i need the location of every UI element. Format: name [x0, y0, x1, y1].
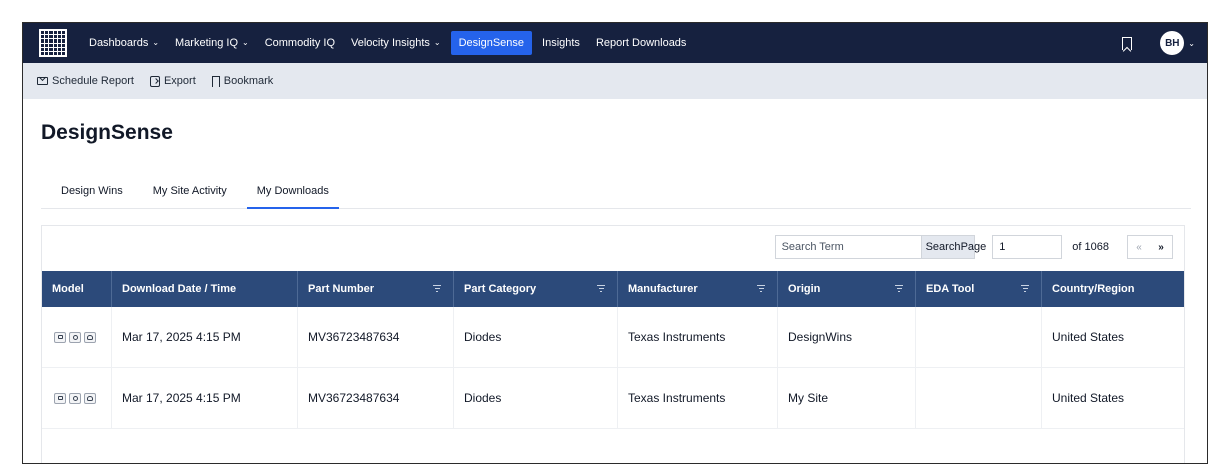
chevron-down-icon: ⌄ — [242, 37, 249, 47]
downloads-table: Model Download Date / Time Part Number P… — [42, 271, 1184, 429]
bookmark-button[interactable]: Bookmark — [211, 75, 274, 87]
filter-icon[interactable] — [1021, 285, 1029, 292]
manufacturer-cell: Texas Instruments — [618, 368, 778, 428]
column-label: Manufacturer — [628, 283, 698, 295]
column-header-origin[interactable]: Origin — [778, 271, 916, 307]
column-header-model[interactable]: Model — [42, 271, 112, 307]
download-date-cell: Mar 17, 2025 4:15 PM — [112, 307, 298, 367]
column-header-country[interactable]: Country/Region — [1042, 271, 1184, 307]
next-page-button[interactable]: » — [1150, 236, 1172, 258]
part-number-cell: MV36723487634 — [298, 368, 454, 428]
export-icon — [149, 75, 160, 87]
column-label: Part Number — [308, 283, 375, 295]
action-bar: Schedule Report Export Bookmark — [23, 63, 1207, 99]
nav-designsense-label: DesignSense — [458, 37, 525, 49]
grid-logo-icon[interactable] — [39, 29, 67, 57]
schedule-report-button[interactable]: Schedule Report — [37, 75, 134, 87]
manufacturer-cell: Texas Instruments — [618, 307, 778, 367]
table-header: Model Download Date / Time Part Number P… — [42, 271, 1184, 307]
page-label: Page — [960, 241, 987, 253]
tab-bar: Design Wins My Site Activity My Download… — [41, 173, 1191, 209]
page-title: DesignSense — [41, 121, 173, 144]
column-header-manufacturer[interactable]: Manufacturer — [618, 271, 778, 307]
chevron-down-icon: ⌄ — [433, 37, 441, 47]
origin-cell: My Site — [778, 368, 916, 428]
envelope-icon — [37, 77, 48, 85]
symbol-model-icon[interactable] — [69, 392, 81, 404]
nav-report-downloads[interactable]: Report Downloads — [596, 31, 687, 55]
part-category-cell: Diodes — [454, 368, 618, 428]
nav-marketing-iq[interactable]: Marketing IQ ⌄ — [175, 31, 249, 55]
symbol-model-icon[interactable] — [69, 331, 81, 343]
search-input[interactable] — [774, 235, 921, 259]
footprint-model-icon[interactable] — [54, 392, 66, 404]
nav-report-downloads-label: Report Downloads — [595, 37, 687, 49]
bookmark-icon[interactable] — [1122, 36, 1133, 50]
nav-velocity-insights-label: Velocity Insights — [351, 37, 430, 49]
pager: « » — [1127, 235, 1173, 259]
column-label: Country/Region — [1052, 283, 1135, 295]
downloads-card: Search Page of 1068 « » Model Download D… — [41, 225, 1185, 463]
3d-model-icon[interactable] — [84, 392, 96, 404]
avatar[interactable]: BH — [1160, 31, 1185, 55]
column-header-part-number[interactable]: Part Number — [298, 271, 454, 307]
column-header-download-date[interactable]: Download Date / Time — [112, 271, 298, 307]
download-date-cell: Mar 17, 2025 4:15 PM — [112, 368, 298, 428]
column-label: Origin — [788, 283, 821, 295]
filter-icon[interactable] — [757, 285, 765, 292]
page-count-label: of 1068 — [1072, 241, 1109, 253]
filter-icon[interactable] — [433, 285, 441, 292]
bookmark-icon — [211, 75, 220, 87]
column-label: Model — [52, 283, 84, 295]
footprint-model-icon[interactable] — [54, 331, 66, 343]
3d-model-icon[interactable] — [84, 331, 96, 343]
table-row: Mar 17, 2025 4:15 PM MV36723487634 Diode… — [42, 368, 1184, 429]
country-cell: United States — [1052, 391, 1125, 405]
column-label: Part Category — [464, 283, 537, 295]
previous-page-button[interactable]: « — [1128, 236, 1150, 258]
tab-my-site-activity[interactable]: My Site Activity — [143, 173, 237, 209]
schedule-report-label: Schedule Report — [52, 75, 134, 87]
table-toolbar: Search Page of 1068 « » — [774, 235, 1173, 259]
nav-designsense[interactable]: DesignSense — [450, 31, 533, 55]
column-header-part-category[interactable]: Part Category — [454, 271, 618, 307]
eda-tool-cell — [916, 368, 1042, 428]
tab-design-wins[interactable]: Design Wins — [51, 173, 133, 209]
country-cell: United States — [1052, 330, 1125, 344]
app-frame: Dashboards ⌄ Marketing IQ ⌄ Commodity IQ… — [22, 22, 1208, 464]
model-cell — [42, 368, 112, 428]
chevron-down-icon: ⌄ — [152, 37, 160, 47]
tab-my-downloads[interactable]: My Downloads — [246, 173, 339, 209]
part-number-cell: MV36723487634 — [298, 307, 454, 367]
top-nav: Dashboards ⌄ Marketing IQ ⌄ Commodity IQ… — [23, 23, 1207, 63]
bookmark-label: Bookmark — [223, 75, 274, 87]
nav-insights-label: Insights — [542, 37, 580, 49]
chevron-down-icon[interactable]: ⌄ — [1188, 39, 1195, 48]
nav-commodity-iq[interactable]: Commodity IQ — [265, 31, 335, 55]
page-number-input[interactable] — [992, 235, 1063, 259]
filter-icon[interactable] — [895, 285, 903, 292]
nav-marketing-iq-label: Marketing IQ — [175, 37, 238, 49]
nav-velocity-insights[interactable]: Velocity Insights ⌄ — [351, 31, 441, 55]
filter-icon[interactable] — [597, 285, 605, 292]
nav-dashboards-label: Dashboards — [89, 37, 149, 49]
nav-dashboards[interactable]: Dashboards ⌄ — [89, 31, 159, 55]
model-cell — [42, 307, 112, 367]
nav-insights[interactable]: Insights — [542, 31, 580, 55]
column-header-eda-tool[interactable]: EDA Tool — [916, 271, 1042, 307]
column-label: EDA Tool — [926, 283, 975, 295]
part-category-cell: Diodes — [454, 307, 618, 367]
origin-cell: DesignWins — [778, 307, 916, 367]
nav-commodity-iq-label: Commodity IQ — [264, 37, 335, 49]
eda-tool-cell — [916, 307, 1042, 367]
column-label: Download Date / Time — [122, 283, 237, 295]
export-label: Export — [163, 75, 196, 87]
export-button[interactable]: Export — [149, 75, 196, 87]
table-row: Mar 17, 2025 4:15 PM MV36723487634 Diode… — [42, 307, 1184, 368]
